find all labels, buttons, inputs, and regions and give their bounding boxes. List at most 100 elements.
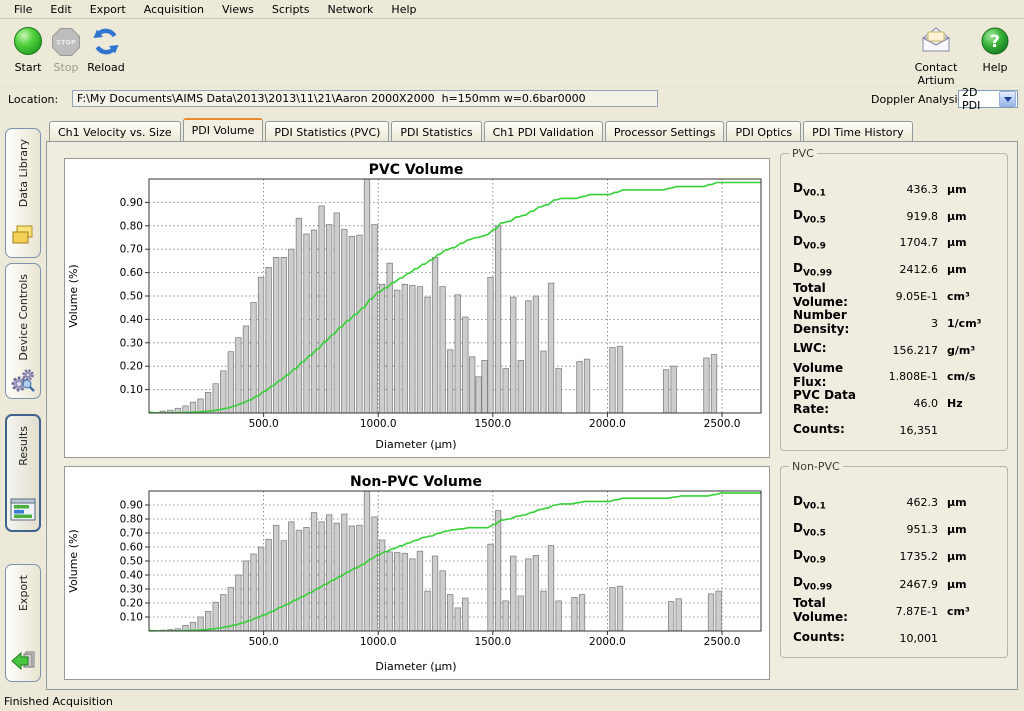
stat-value: 46.0: [872, 397, 938, 410]
stat-unit: µm: [947, 263, 997, 276]
svg-text:STOP: STOP: [56, 39, 76, 47]
svg-text:500.0: 500.0: [249, 636, 279, 648]
stat-row: DV0.1 436.3 µm: [793, 176, 997, 203]
help-button[interactable]: ? Help: [976, 24, 1014, 74]
stat-row: DV0.5 919.8 µm: [793, 203, 997, 230]
menu-bar: FileEditExportAcquisitionViewsScriptsNet…: [0, 0, 1024, 19]
results-chart-icon: [10, 498, 36, 524]
menu-item[interactable]: Export: [82, 1, 134, 18]
stat-unit: g/m³: [947, 344, 997, 357]
svg-text:0.80: 0.80: [120, 220, 143, 232]
svg-text:Non-PVC Volume: Non-PVC Volume: [350, 474, 482, 490]
svg-text:1500.0: 1500.0: [474, 418, 511, 430]
tab[interactable]: Ch1 PDI Validation: [484, 121, 603, 141]
menu-item[interactable]: Network: [319, 1, 381, 18]
stat-row: DV0.99 2467.9 µm: [793, 571, 997, 598]
stat-unit: cm/s: [947, 370, 997, 383]
stat-row: Volume Flux: 1.808E-1 cm/s: [793, 364, 997, 391]
stat-row: Counts: 16,351: [793, 417, 997, 444]
stat-value: 7.87E-1: [872, 605, 938, 618]
chevron-down-icon[interactable]: [999, 91, 1016, 107]
svg-text:0.20: 0.20: [120, 598, 143, 610]
stat-unit: µm: [947, 183, 997, 196]
stat-value: 3: [872, 317, 938, 330]
tab[interactable]: PDI Statistics (PVC): [265, 121, 389, 141]
stat-row: DV0.1 462.3 µm: [793, 489, 997, 516]
menu-item[interactable]: Views: [214, 1, 262, 18]
tab[interactable]: Ch1 Velocity vs. Size: [49, 121, 181, 141]
stat-row: DV0.9 1704.7 µm: [793, 230, 997, 257]
stat-unit: cm³: [947, 605, 997, 618]
envelope-icon: [896, 24, 976, 60]
menu-item[interactable]: Acquisition: [136, 1, 212, 18]
menu-item[interactable]: Edit: [42, 1, 79, 18]
status-bar: Finished Acquisition: [0, 692, 1024, 711]
stat-value: 951.3: [872, 523, 938, 536]
stat-value: 16,351: [872, 424, 938, 437]
svg-text:0.10: 0.10: [120, 612, 143, 624]
stat-unit: µm: [947, 523, 997, 536]
tab[interactable]: PDI Volume: [183, 118, 264, 141]
svg-text:Volume (%): Volume (%): [67, 529, 80, 592]
svg-text:0.60: 0.60: [120, 267, 143, 279]
toolbar: Start STOP Stop Reload: [0, 20, 1024, 84]
contact-artium-button[interactable]: Contact Artium: [896, 24, 976, 87]
sidebar-item-device-controls[interactable]: Device Controls: [5, 263, 41, 399]
svg-text:0.70: 0.70: [120, 244, 143, 256]
pvc-volume-chart: 500.01000.01500.02000.02500.00.100.200.3…: [65, 159, 767, 455]
svg-text:0.30: 0.30: [120, 337, 143, 349]
stat-value: 919.8: [872, 210, 938, 223]
sidebar-item-export[interactable]: Export: [5, 564, 41, 682]
stat-row: PVC Data Rate: 46.0 Hz: [793, 390, 997, 417]
tab[interactable]: PDI Statistics: [391, 121, 481, 141]
stat-unit: Hz: [947, 397, 997, 410]
svg-text:0.90: 0.90: [120, 197, 143, 209]
tab[interactable]: Processor Settings: [605, 121, 725, 141]
svg-text:0.40: 0.40: [120, 570, 143, 582]
doppler-analysis-select[interactable]: 2D PDI: [958, 90, 1018, 108]
nonpvc-volume-chart-panel: 500.01000.01500.02000.02500.00.100.200.3…: [64, 466, 770, 680]
svg-text:2500.0: 2500.0: [704, 418, 741, 430]
stat-row: Number Density: 3 1/cm³: [793, 310, 997, 337]
pvc-group-title: PVC: [789, 147, 817, 160]
sidebar-item-results[interactable]: Results: [5, 414, 41, 532]
sidebar-item-data-library[interactable]: Data Library: [5, 128, 41, 258]
location-label: Location:: [8, 93, 58, 106]
svg-text:0.10: 0.10: [120, 384, 143, 396]
svg-text:1500.0: 1500.0: [474, 636, 511, 648]
tab-bar: Ch1 Velocity vs. SizePDI VolumePDI Stati…: [49, 120, 913, 141]
reload-button[interactable]: Reload: [84, 24, 128, 74]
svg-text:0.90: 0.90: [120, 500, 143, 512]
stat-value: 436.3: [872, 183, 938, 196]
content-panel: 500.01000.01500.02000.02500.00.100.200.3…: [46, 141, 1018, 690]
help-icon: ?: [976, 24, 1014, 60]
svg-text:0.60: 0.60: [120, 542, 143, 554]
menu-item[interactable]: File: [6, 1, 40, 18]
folders-icon: [10, 224, 36, 251]
svg-text:0.40: 0.40: [120, 314, 143, 326]
stat-value: 10,001: [872, 632, 938, 645]
svg-text:0.50: 0.50: [120, 291, 143, 303]
stop-button[interactable]: STOP Stop: [48, 24, 84, 74]
tab[interactable]: PDI Time History: [803, 121, 912, 141]
nonpvc-volume-chart: 500.01000.01500.02000.02500.00.100.200.3…: [65, 467, 767, 677]
tab[interactable]: PDI Optics: [726, 121, 801, 141]
stat-row: DV0.5 951.3 µm: [793, 516, 997, 543]
svg-text:Diameter (µm): Diameter (µm): [375, 438, 456, 451]
svg-text:0.70: 0.70: [120, 528, 143, 540]
start-button[interactable]: Start: [8, 24, 48, 74]
menu-item[interactable]: Scripts: [264, 1, 318, 18]
menu-item[interactable]: Help: [383, 1, 424, 18]
svg-text:2500.0: 2500.0: [704, 636, 741, 648]
svg-text:500.0: 500.0: [249, 418, 279, 430]
location-input[interactable]: [72, 90, 658, 107]
location-row: Location: Doppler Analysis: 2D PDI: [0, 86, 1024, 113]
stat-unit: 1/cm³: [947, 317, 997, 330]
stat-unit: µm: [947, 236, 997, 249]
svg-text:0.80: 0.80: [120, 514, 143, 526]
stat-unit: cm³: [947, 290, 997, 303]
stat-row: Total Volume: 9.05E-1 cm³: [793, 283, 997, 310]
svg-text:1000.0: 1000.0: [360, 418, 397, 430]
stat-unit: µm: [947, 210, 997, 223]
svg-text:0.50: 0.50: [120, 556, 143, 568]
